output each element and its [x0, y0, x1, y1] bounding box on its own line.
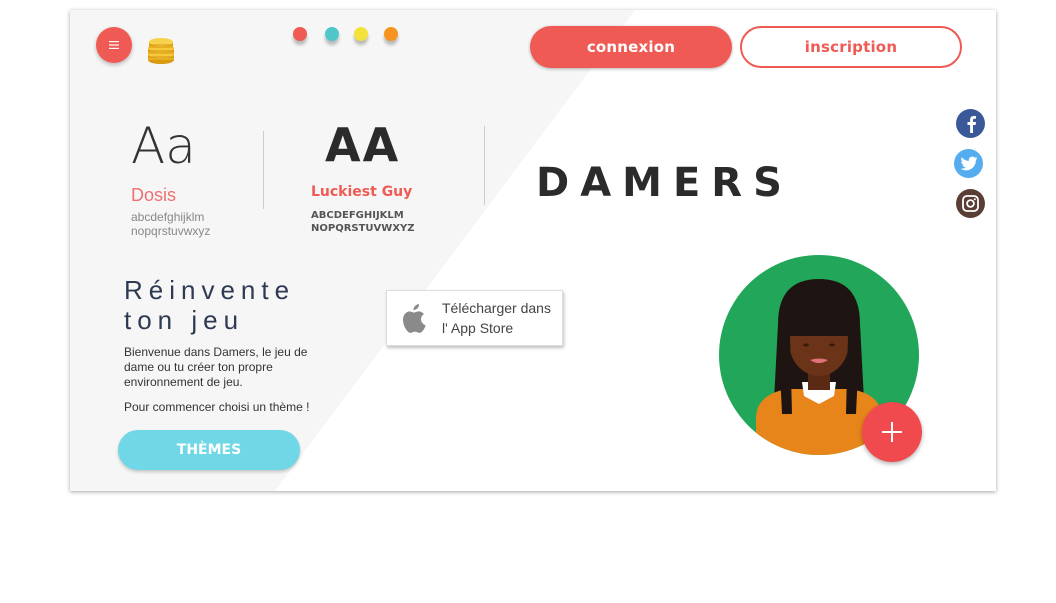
hamburger-icon — [109, 41, 119, 49]
menu-button[interactable] — [96, 27, 132, 63]
palette-dot-teal — [325, 27, 339, 41]
add-button[interactable] — [862, 402, 922, 462]
login-button[interactable]: connexion — [530, 26, 732, 68]
twitter-link[interactable] — [954, 149, 983, 178]
plus-icon — [882, 422, 902, 442]
brand-title: DAMERS — [536, 160, 793, 206]
font-alphabet-luckiest: ABCDEFGHIJKLM NOPQRSTUVWXYZ — [311, 209, 421, 235]
palette-dot-yellow — [354, 27, 368, 41]
font-sample-glyph-dosis: Aa — [131, 117, 196, 175]
font-sample-glyph-luckiest: AA — [325, 118, 401, 172]
hero-title-line: ton jeu — [124, 305, 245, 335]
alphabet-line: abcdefghijklm — [131, 210, 205, 224]
hero-title-line: Réinvente — [124, 275, 296, 305]
appstore-label: Télécharger dans l' App Store — [442, 298, 551, 338]
palette-dot-red — [293, 27, 307, 41]
themes-button[interactable]: THÈMES — [118, 430, 300, 470]
appstore-line: l' App Store — [442, 320, 514, 336]
alphabet-line: nopqrstuvwxyz — [131, 224, 211, 238]
facebook-link[interactable] — [956, 109, 985, 138]
font-name-dosis: Dosis — [131, 185, 177, 205]
coins-icon — [148, 38, 174, 64]
font-name-luckiest: Luckiest Guy — [311, 184, 413, 200]
palette-dot-orange — [384, 27, 398, 41]
divider — [263, 131, 264, 209]
font-alphabet-dosis: abcdefghijklm nopqrstuvwxyz — [131, 210, 231, 238]
twitter-icon — [960, 156, 978, 171]
instagram-link[interactable] — [956, 189, 985, 218]
apple-icon — [403, 304, 426, 333]
app-frame: connexion inscription Aa Dosis abcdefghi… — [70, 10, 996, 491]
instagram-icon — [962, 195, 979, 212]
facebook-icon — [967, 115, 976, 133]
hero-description: Bienvenue dans Damers, le jeu de dame ou… — [124, 345, 308, 389]
hero-cta-text: Pour commencer choisi un thème ! — [124, 400, 310, 414]
appstore-button[interactable]: Télécharger dans l' App Store — [386, 290, 563, 346]
signup-button[interactable]: inscription — [740, 26, 962, 68]
appstore-line: Télécharger dans — [442, 300, 551, 316]
hero-title: Réinvente ton jeu — [124, 275, 295, 335]
divider — [484, 126, 485, 205]
alphabet-line: NOPQRSTUVWXYZ — [311, 223, 415, 234]
alphabet-line: ABCDEFGHIJKLM — [311, 210, 404, 221]
